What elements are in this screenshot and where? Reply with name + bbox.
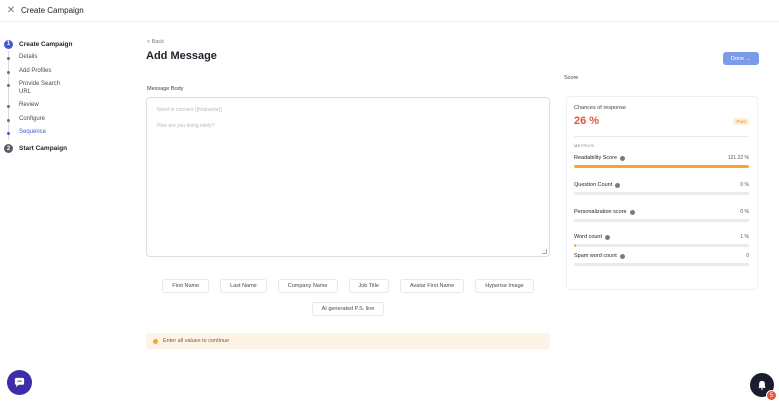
chip-ai-ps-line[interactable]: AI generated P.S. line bbox=[311, 302, 385, 316]
substep-label: Review bbox=[19, 102, 39, 108]
metric-question-count: Question Count 0 % bbox=[574, 182, 749, 195]
info-icon[interactable] bbox=[620, 155, 626, 161]
notice-text: Enter all values to continue bbox=[163, 338, 230, 344]
metric-bar bbox=[574, 263, 749, 266]
divider bbox=[574, 136, 749, 137]
step-create-campaign[interactable]: 1 Create Campaign bbox=[4, 38, 124, 50]
campaign-stepper: 1 Create Campaign Details Add Profiles P… bbox=[4, 38, 124, 155]
substep-label: Sequence bbox=[19, 129, 47, 135]
metric-bar-fill bbox=[574, 165, 749, 168]
chip-company-name[interactable]: Company Name bbox=[277, 279, 338, 293]
metric-bar-fill bbox=[574, 244, 576, 247]
substep-details[interactable]: Details bbox=[7, 51, 124, 65]
dot-icon bbox=[7, 84, 10, 87]
resize-handle-icon[interactable] bbox=[542, 249, 547, 254]
substep-list: Details Add Profiles Provide Search URL … bbox=[7, 51, 124, 140]
chances-value: 26 % bbox=[574, 115, 600, 127]
step-number-2: 2 bbox=[4, 144, 13, 153]
chat-bubble-icon[interactable] bbox=[7, 370, 32, 395]
substep-label: Details bbox=[19, 54, 38, 60]
chip-job-title[interactable]: Job Title bbox=[348, 279, 389, 293]
step-number-1: 1 bbox=[4, 39, 13, 49]
score-label: Score bbox=[564, 75, 579, 81]
warning-dot-icon bbox=[153, 338, 158, 344]
substep-label: Configure bbox=[19, 115, 46, 122]
step-start-campaign[interactable]: 2 Start Campaign bbox=[4, 143, 124, 155]
close-icon[interactable]: ✕ bbox=[2, 5, 20, 16]
done-button[interactable]: Done → bbox=[723, 52, 759, 65]
metric-bar bbox=[574, 244, 749, 247]
metric-name: Question Count bbox=[574, 182, 613, 188]
metric-value: 0 % bbox=[740, 182, 749, 188]
metric-value: 121.22 % bbox=[727, 155, 749, 161]
variable-chips: First Name Last Name Company Name Job Ti… bbox=[146, 279, 550, 293]
page-title: Add Message bbox=[146, 50, 217, 62]
chip-avatar-first-name[interactable]: Avatar First Name bbox=[399, 279, 465, 293]
variable-chips-row-2: AI generated P.S. line bbox=[146, 302, 550, 316]
info-icon[interactable] bbox=[619, 253, 625, 259]
window-title: Create Campaign bbox=[21, 6, 84, 15]
message-body-label: Message Body bbox=[147, 86, 184, 92]
metric-name: Readability Score bbox=[574, 155, 618, 161]
dot-icon bbox=[7, 118, 10, 122]
metric-name: Word count bbox=[574, 234, 603, 240]
metrics-heading: METRICS bbox=[574, 143, 595, 148]
notification-count-badge: 5 bbox=[766, 390, 777, 401]
metric-word-count: Word count 1 % bbox=[574, 234, 749, 247]
chip-last-name[interactable]: Last Name bbox=[220, 279, 267, 293]
metric-readability: Readability Score 121.22 % bbox=[574, 155, 749, 168]
metric-value: 0 % bbox=[740, 209, 749, 215]
score-card: Chances of response 26 % Poor METRICS Re… bbox=[566, 96, 758, 290]
metric-value: 0 bbox=[746, 253, 749, 259]
chances-label: Chances of response bbox=[574, 105, 626, 111]
info-icon[interactable] bbox=[629, 209, 635, 215]
metric-name: Spam word count bbox=[574, 253, 617, 259]
metric-value: 1 % bbox=[740, 234, 749, 240]
info-icon[interactable] bbox=[605, 234, 611, 240]
step-label: Start Campaign bbox=[19, 145, 68, 152]
placeholder-line-1: Need to connect {{firstname}} bbox=[157, 107, 223, 113]
metric-bar bbox=[574, 219, 749, 222]
substep-add-profiles[interactable]: Add Profiles bbox=[7, 65, 124, 79]
back-link[interactable]: < Back bbox=[147, 39, 164, 45]
warning-notice: Enter all values to continue bbox=[146, 333, 550, 349]
metric-spam-word-count: Spam word count 0 bbox=[574, 253, 749, 266]
step-label: Create Campaign bbox=[19, 40, 73, 48]
substep-label: Provide Search URL bbox=[19, 81, 61, 95]
top-bar: ✕ Create Campaign bbox=[0, 0, 779, 22]
substep-review[interactable]: Review bbox=[7, 99, 124, 113]
substep-provide-search-url[interactable]: Provide Search URL bbox=[7, 78, 124, 99]
substep-configure[interactable]: Configure bbox=[7, 113, 124, 127]
chip-hyperise-image[interactable]: Hyperise Image bbox=[475, 279, 534, 293]
dot-icon bbox=[7, 105, 10, 108]
message-body-input[interactable]: Need to connect {{firstname}} How are yo… bbox=[146, 97, 550, 257]
placeholder-line-2: How are you doing lately? bbox=[157, 123, 215, 129]
dot-icon bbox=[7, 132, 10, 135]
info-icon[interactable] bbox=[615, 182, 621, 188]
metric-personalization: Personalization score 0 % bbox=[574, 209, 749, 222]
metric-bar bbox=[574, 165, 749, 168]
substep-sequence[interactable]: Sequence bbox=[7, 126, 124, 140]
chip-first-name[interactable]: First Name bbox=[162, 279, 210, 293]
metric-bar bbox=[574, 192, 749, 195]
dot-icon bbox=[7, 70, 10, 74]
dot-icon bbox=[7, 57, 10, 60]
chances-badge: Poor bbox=[733, 118, 749, 125]
metric-name: Personalization score bbox=[574, 209, 627, 215]
substep-label: Add Profiles bbox=[19, 67, 52, 74]
